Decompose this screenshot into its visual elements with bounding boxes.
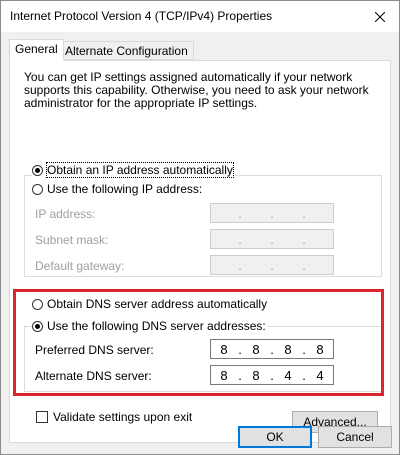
octet-dot: . <box>302 257 306 273</box>
octet-dot: . <box>270 257 274 273</box>
close-icon <box>375 11 385 22</box>
octet-dot: . <box>238 257 242 273</box>
ip-auto-label: Obtain an IP address automatically <box>46 162 234 178</box>
general-panel: You can get IP settings assigned automat… <box>9 60 391 443</box>
octet-dot: . <box>270 205 274 221</box>
octet-dot: . <box>302 231 306 247</box>
default-gateway-label: Default gateway: <box>35 259 125 273</box>
octet-dot: . <box>238 231 242 247</box>
cancel-button[interactable]: Cancel <box>318 426 392 448</box>
ip-address-field[interactable]: . . . <box>210 203 334 223</box>
octet-dot: . <box>238 205 242 221</box>
properties-dialog: Internet Protocol Version 4 (TCP/IPv4) P… <box>0 0 400 455</box>
ok-button[interactable]: OK <box>238 426 312 448</box>
ip-manual-radio[interactable] <box>32 183 43 195</box>
validate-checkbox[interactable] <box>36 411 48 423</box>
validate-checkbox-row[interactable]: Validate settings upon exit <box>36 410 192 424</box>
tab-general-label: General <box>15 42 58 56</box>
ip-manual-radio-row[interactable]: Use the following IP address: <box>32 182 205 196</box>
subnet-mask-label: Subnet mask: <box>35 233 109 247</box>
default-gateway-field[interactable]: . . . <box>210 255 334 275</box>
tab-alternate-label: Alternate Configuration <box>65 44 188 58</box>
ip-address-label: IP address: <box>35 207 96 221</box>
validate-label: Validate settings upon exit <box>53 410 193 424</box>
subnet-mask-field[interactable]: . . . <box>210 229 334 249</box>
dns-highlight-box <box>13 289 384 396</box>
close-button[interactable] <box>361 1 399 32</box>
octet-dot: . <box>270 231 274 247</box>
description-text: You can get IP settings assigned automat… <box>24 70 369 110</box>
tab-alternate-configuration[interactable]: Alternate Configuration <box>59 41 194 60</box>
octet-dot: . <box>302 205 306 221</box>
dialog-body: General Alternate Configuration You can … <box>1 32 399 454</box>
window-title: Internet Protocol Version 4 (TCP/IPv4) P… <box>10 9 273 23</box>
ip-manual-label: Use the following IP address: <box>47 182 203 196</box>
tab-general[interactable]: General <box>9 39 64 61</box>
ip-auto-radio-row[interactable]: Obtain an IP address automatically <box>32 162 235 178</box>
ip-auto-radio[interactable] <box>32 164 43 176</box>
title-bar: Internet Protocol Version 4 (TCP/IPv4) P… <box>1 1 399 32</box>
